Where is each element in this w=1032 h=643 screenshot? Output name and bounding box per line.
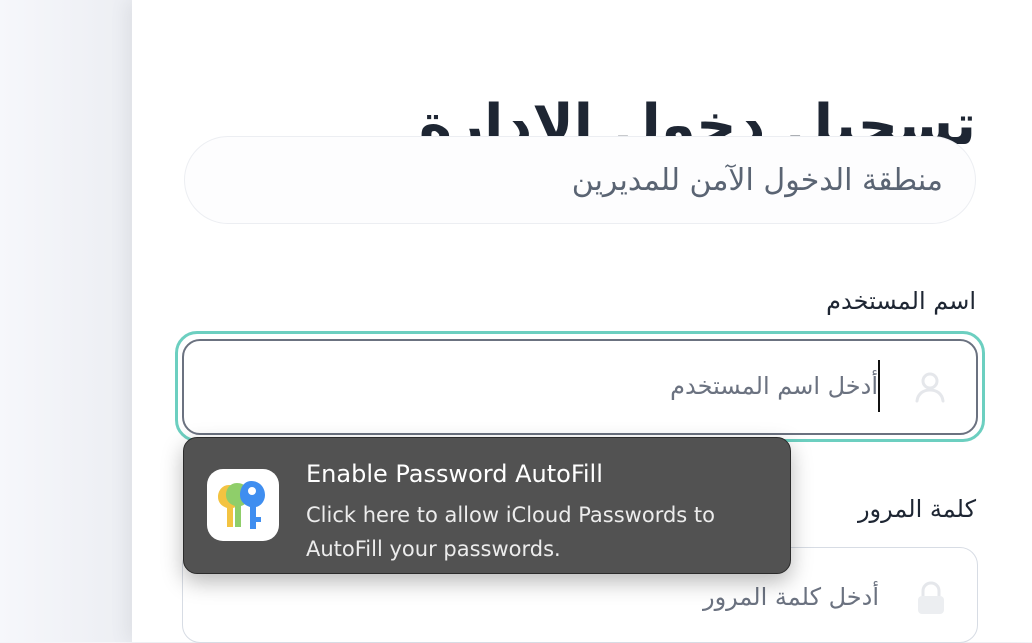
password-placeholder: أدخل كلمة المرور bbox=[702, 583, 879, 611]
password-label: كلمة المرور bbox=[857, 495, 976, 523]
subtitle-banner: منطقة الدخول الآمن للمديرين bbox=[184, 136, 976, 224]
password-autofill-popup[interactable]: Enable Password AutoFill Click here to a… bbox=[183, 437, 791, 574]
username-placeholder: أدخل اسم المستخدم bbox=[670, 372, 878, 400]
passwords-app-icon bbox=[207, 469, 279, 541]
text-caret bbox=[878, 360, 880, 412]
subtitle-text: منطقة الدخول الآمن للمديرين bbox=[571, 163, 943, 198]
username-label: اسم المستخدم bbox=[826, 287, 976, 315]
user-icon bbox=[910, 367, 950, 407]
page-background-left bbox=[0, 0, 132, 642]
lock-icon bbox=[911, 578, 951, 618]
autofill-popup-title: Enable Password AutoFill bbox=[306, 460, 603, 488]
autofill-popup-body: Click here to allow iCloud Passwords to … bbox=[306, 503, 715, 561]
username-input[interactable]: أدخل اسم المستخدم bbox=[182, 339, 978, 435]
